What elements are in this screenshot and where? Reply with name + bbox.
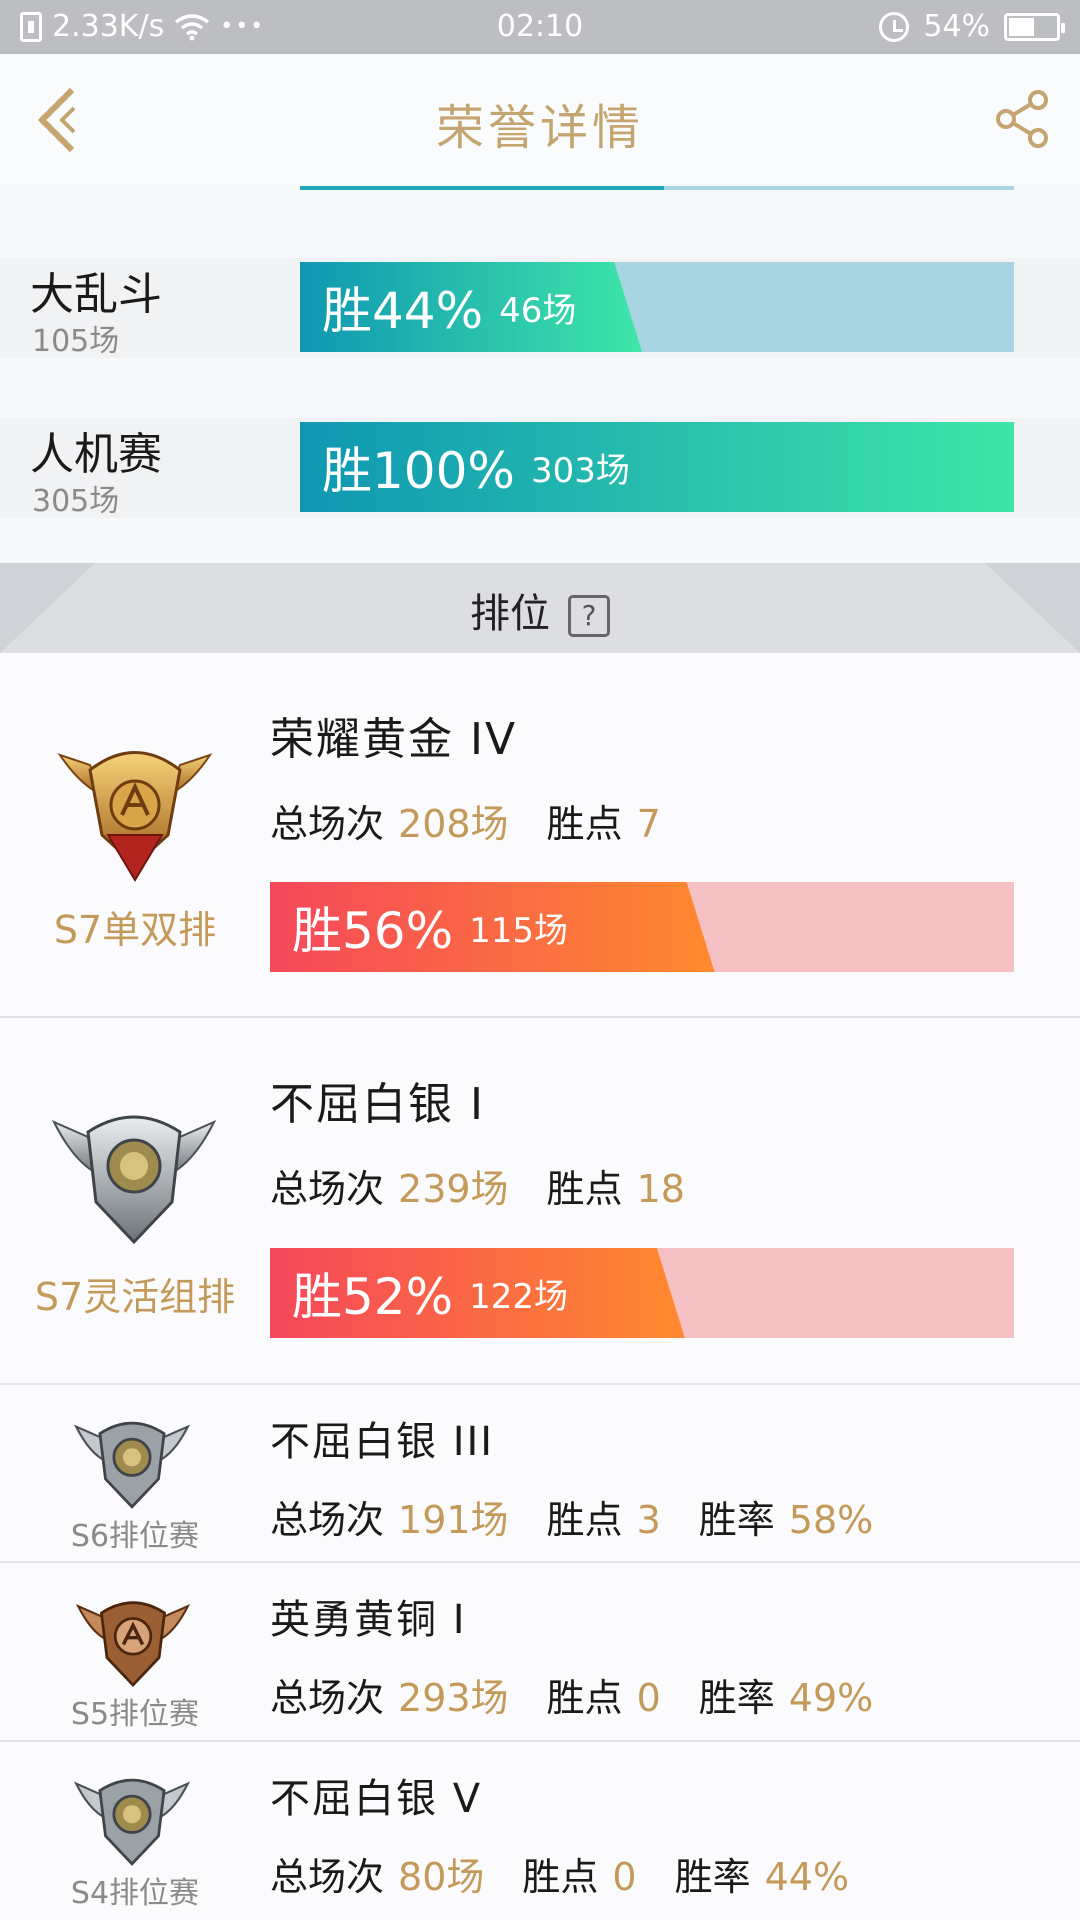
tier-name: 不屈白银 V (270, 1776, 483, 1822)
total-value: 293场 (398, 1676, 509, 1720)
stats-line: 总场次 239场 胜点 18 (270, 1158, 685, 1213)
win-games: 303场 (530, 450, 630, 491)
total-value: 208场 (398, 802, 509, 846)
season-label: S4排位赛 (70, 1876, 200, 1911)
stats-line: 总场次 80场 胜点 0 胜率 44% (270, 1846, 849, 1901)
total-label: 总场次 (270, 1167, 385, 1211)
battery-percent: 54% (923, 9, 990, 44)
win-rate-label: 胜44% (322, 282, 484, 340)
rate-value: 49% (788, 1676, 874, 1720)
silver-badge-icon (51, 1115, 217, 1245)
total-label: 总场次 (270, 1855, 385, 1899)
rate-value: 44% (764, 1855, 850, 1899)
stats-line: 总场次 293场 胜点 0 胜率 49% (270, 1667, 873, 1722)
rate-label: 胜率 (698, 1676, 775, 1720)
season-label: S7单双排 (53, 908, 217, 952)
points-label: 胜点 (546, 802, 623, 846)
ranked-card[interactable]: S7单双排 荣耀黄金 IV 总场次 208场 胜点 7 胜56% 115场 (0, 653, 1080, 1018)
status-bar: 2.33K/s ••• 02:10 54% (0, 0, 1080, 54)
help-icon[interactable]: ? (568, 595, 610, 637)
history-card[interactable]: S6排位赛 不屈白银 III 总场次 191场 胜点 3 胜率 58% (0, 1385, 1080, 1563)
ranked-section-header: 排位? (0, 563, 1080, 653)
tier-name: 英勇黄铜 I (270, 1597, 467, 1643)
tier-name: 不屈白银 I (270, 1079, 485, 1130)
points-value: 7 (636, 802, 661, 846)
points-value: 0 (636, 1676, 661, 1720)
points-label: 胜点 (546, 1676, 623, 1720)
silver-badge-icon (73, 1778, 191, 1866)
gold-badge-icon (57, 751, 213, 882)
mode-name: 人机赛 (30, 429, 162, 480)
total-value: 80场 (398, 1855, 485, 1899)
points-value: 18 (636, 1167, 685, 1211)
tier-name: 荣耀黄金 IV (270, 714, 518, 765)
history-card[interactable]: S5排位赛 英勇黄铜 I 总场次 293场 胜点 0 胜率 49% (0, 1563, 1080, 1742)
tier-name: 不屈白银 III (270, 1419, 495, 1465)
alarm-icon (879, 11, 910, 42)
rate-label: 胜率 (674, 1855, 751, 1899)
mode-row-bot[interactable]: 人机赛 305场 胜100% 303场 (0, 418, 1080, 519)
total-value: 191场 (398, 1498, 509, 1542)
mode-name: 大乱斗 (30, 269, 162, 320)
win-rate-label: 胜100% (322, 442, 515, 500)
battery-icon (1004, 12, 1065, 41)
points-value: 3 (636, 1498, 661, 1542)
season-label: S6排位赛 (70, 1519, 200, 1554)
scrolled-bar-remnant (300, 184, 1014, 194)
ranked-card[interactable]: S7灵活组排 不屈白银 I 总场次 239场 胜点 18 胜52% 122场 (0, 1018, 1080, 1385)
stats-line: 总场次 208场 胜点 7 (270, 793, 661, 848)
season-label: S7灵活组排 (34, 1275, 236, 1319)
points-label: 胜点 (546, 1498, 623, 1542)
win-rate-bar: 胜100% 303场 (300, 422, 1014, 512)
rate-label: 胜率 (698, 1498, 775, 1542)
share-button[interactable] (992, 88, 1054, 150)
points-label: 胜点 (546, 1167, 623, 1211)
mode-row-brawl[interactable]: 大乱斗 105场 胜44% 46场 (0, 258, 1080, 359)
total-label: 总场次 (270, 1498, 385, 1542)
season-label: S5排位赛 (70, 1697, 200, 1732)
stats-line: 总场次 191场 胜点 3 胜率 58% (270, 1489, 873, 1544)
battery-fill (1009, 17, 1034, 36)
total-value: 239场 (398, 1167, 509, 1211)
ranked-win-rate-bar: 胜56% 115场 (270, 882, 1014, 972)
mode-total: 105场 (32, 324, 120, 359)
win-games: 115场 (469, 910, 569, 951)
win-games: 122场 (469, 1276, 569, 1317)
ranked-section-title: 排位 (470, 591, 550, 637)
win-rate-label: 胜52% (292, 1268, 454, 1326)
win-games: 46场 (499, 290, 577, 331)
ranked-win-rate-bar: 胜52% 122场 (270, 1248, 1014, 1338)
win-rate-bar: 胜44% 46场 (300, 262, 1014, 352)
total-label: 总场次 (270, 1676, 385, 1720)
bronze-badge-icon (75, 1601, 191, 1688)
points-label: 胜点 (522, 1855, 599, 1899)
app-header: 荣誉详情 (0, 54, 1080, 184)
total-label: 总场次 (270, 802, 385, 846)
rate-value: 58% (788, 1498, 874, 1542)
history-card[interactable]: S4排位赛 不屈白银 V 总场次 80场 胜点 0 胜率 44% (0, 1742, 1080, 1920)
mode-total: 305场 (32, 484, 120, 519)
silver-badge-icon (73, 1421, 191, 1509)
page-title: 荣誉详情 (435, 100, 644, 156)
win-rate-label: 胜56% (292, 902, 454, 960)
points-value: 0 (612, 1855, 637, 1899)
